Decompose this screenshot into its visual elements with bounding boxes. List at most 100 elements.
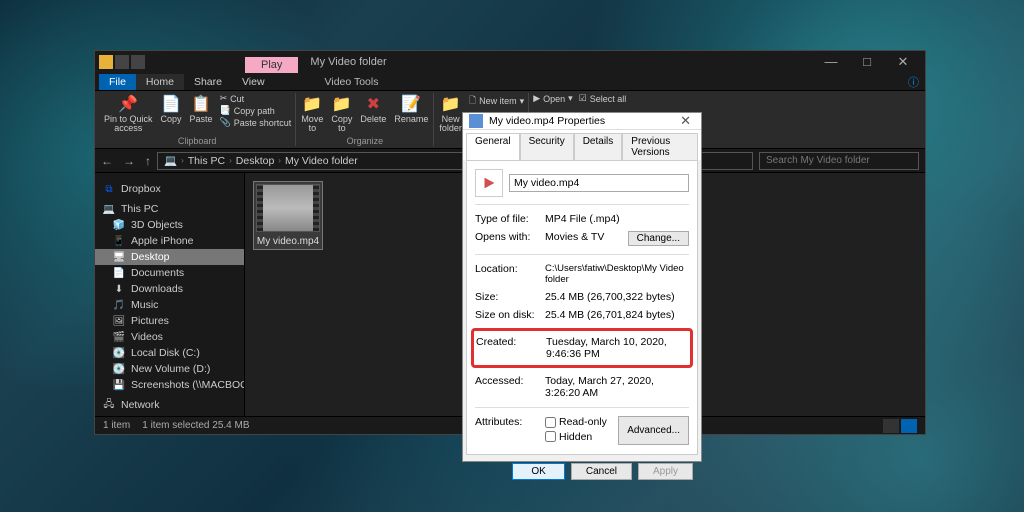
qat-icon[interactable] [115,55,129,69]
select-all-button[interactable]: ☑Select all [579,93,627,104]
sidebar-item-iphone[interactable]: 📱Apple iPhone [95,233,244,249]
file-name: My video.mp4 [257,236,319,247]
new-item-button[interactable]: 🗋New item▾ [469,93,524,109]
chevron-right-icon: › [229,156,232,165]
accessed-label: Accessed: [475,375,545,399]
open-button[interactable]: ▶Open▾ [533,93,572,104]
sidebar-item-desktop[interactable]: 🖥Desktop [95,249,244,265]
file-item[interactable]: My video.mp4 [253,181,323,250]
accessed-value: Today, March 27, 2020, 3:26:20 AM [545,375,689,399]
organize-group: 📁Move to 📁Copy to ✖Delete 📝Rename Organi… [296,93,434,146]
delete-button[interactable]: ✖Delete [359,93,387,125]
pc-icon: 💻 [103,203,115,215]
dialog-titlebar[interactable]: My video.mp4 Properties ✕ [463,113,701,130]
path-icon: 📑 [220,105,231,116]
dialog-footer: OK Cancel Apply [463,455,701,488]
desktop-icon: 🖥 [113,251,125,263]
folder-icon: 📁 [332,94,352,114]
close-button[interactable]: ✕ [885,54,921,70]
tab-security[interactable]: Security [520,133,574,160]
sidebar-item-local-disk[interactable]: 💽Local Disk (C:) [95,345,244,361]
titlebar[interactable]: Play My Video folder — □ ✕ [95,51,925,73]
copy-path-button[interactable]: 📑Copy path [220,105,292,116]
sidebar-item-network[interactable]: 🖧Network [95,397,244,413]
help-icon[interactable]: ⓘ [908,74,919,90]
forward-button[interactable]: → [123,154,135,168]
ok-button[interactable]: OK [512,463,564,480]
navigation-pane: ⧉Dropbox 💻This PC 🧊3D Objects 📱Apple iPh… [95,173,245,416]
details-view-button[interactable] [883,419,899,433]
new-item-icon: 🗋 [469,93,476,109]
icons-view-button[interactable] [901,419,917,433]
quick-access-toolbar [99,55,145,69]
search-input[interactable]: Search My Video folder [759,152,919,170]
hidden-checkbox[interactable]: Hidden [545,431,592,443]
video-thumbnail [256,184,320,232]
filename-input[interactable]: My video.mp4 [509,174,689,192]
play-tab[interactable]: Play [245,57,298,73]
advanced-button[interactable]: Advanced... [618,416,689,445]
up-button[interactable]: ↑ [145,154,151,168]
copy-to-button[interactable]: 📁Copy to [330,93,353,134]
sidebar-item-pictures[interactable]: 🖼Pictures [95,313,244,329]
cube-icon: 🧊 [113,219,125,231]
rename-button[interactable]: 📝Rename [393,93,429,125]
qat-icon[interactable] [131,55,145,69]
sidebar-item-documents[interactable]: 📄Documents [95,265,244,281]
window-title: My Video folder [310,56,386,68]
folder-icon [99,55,113,69]
tab-previous-versions[interactable]: Previous Versions [622,133,698,160]
move-to-button[interactable]: 📁Move to [300,93,324,134]
apply-button[interactable]: Apply [638,463,693,480]
dialog-title: My video.mp4 Properties [489,115,605,127]
size-on-disk-label: Size on disk: [475,309,545,321]
contextual-tab-group: Play [245,51,298,73]
sidebar-item-this-pc[interactable]: 💻This PC [95,201,244,217]
disk-icon: 💽 [113,347,125,359]
file-tab[interactable]: File [99,74,136,90]
paste-shortcut-button[interactable]: 📎Paste shortcut [220,117,292,128]
cancel-button[interactable]: Cancel [571,463,632,480]
chevron-down-icon: ▾ [568,93,573,104]
sidebar-item-downloads[interactable]: ⬇Downloads [95,281,244,297]
music-icon: 🎵 [113,299,125,311]
maximize-button[interactable]: □ [849,54,885,70]
home-tab[interactable]: Home [136,74,184,90]
location-value: C:\Users\fatiw\Desktop\My Video folder [545,263,689,285]
sidebar-item-new-volume[interactable]: 💽New Volume (D:) [95,361,244,377]
change-button[interactable]: Change... [628,231,689,246]
sidebar-item-screenshots[interactable]: 💾Screenshots (\\MACBOOK... [95,377,244,393]
minimize-button[interactable]: — [813,54,849,70]
new-folder-button[interactable]: 📁New folder [438,93,463,134]
pin-quick-access-button[interactable]: 📌Pin to Quick access [103,93,154,134]
video-tools-tab[interactable]: Video Tools [315,74,389,90]
sidebar-item-3d-objects[interactable]: 🧊3D Objects [95,217,244,233]
type-label: Type of file: [475,213,545,225]
cut-button[interactable]: ✂Cut [220,93,292,104]
sidebar-item-music[interactable]: 🎵Music [95,297,244,313]
tab-general[interactable]: General [466,133,520,160]
selection-info: 1 item selected 25.4 MB [142,420,249,431]
dialog-body: My video.mp4 Type of file:MP4 File (.mp4… [466,160,698,455]
copy-button[interactable]: 📄Copy [160,93,183,125]
opens-with-label: Opens with: [475,231,545,246]
rename-icon: 📝 [401,94,421,114]
doc-icon: 📄 [113,267,125,279]
sidebar-item-videos[interactable]: 🎬Videos [95,329,244,345]
back-button[interactable]: ← [101,154,113,168]
divider [475,204,689,205]
close-button[interactable]: ✕ [676,113,695,129]
chevron-down-icon: ▾ [520,96,525,107]
sidebar-item-dropbox[interactable]: ⧉Dropbox [95,181,244,197]
shortcut-icon: 📎 [220,117,231,128]
readonly-checkbox[interactable]: Read-only [545,416,607,428]
dialog-tabs: General Security Details Previous Versio… [463,130,701,160]
view-tab[interactable]: View [232,74,275,90]
paste-button[interactable]: 📋Paste [189,93,214,125]
share-tab[interactable]: Share [184,74,232,90]
file-type-icon [469,114,483,128]
tab-details[interactable]: Details [574,133,623,160]
network-drive-icon: 💾 [113,379,125,391]
download-icon: ⬇ [113,283,125,295]
divider [475,254,689,255]
